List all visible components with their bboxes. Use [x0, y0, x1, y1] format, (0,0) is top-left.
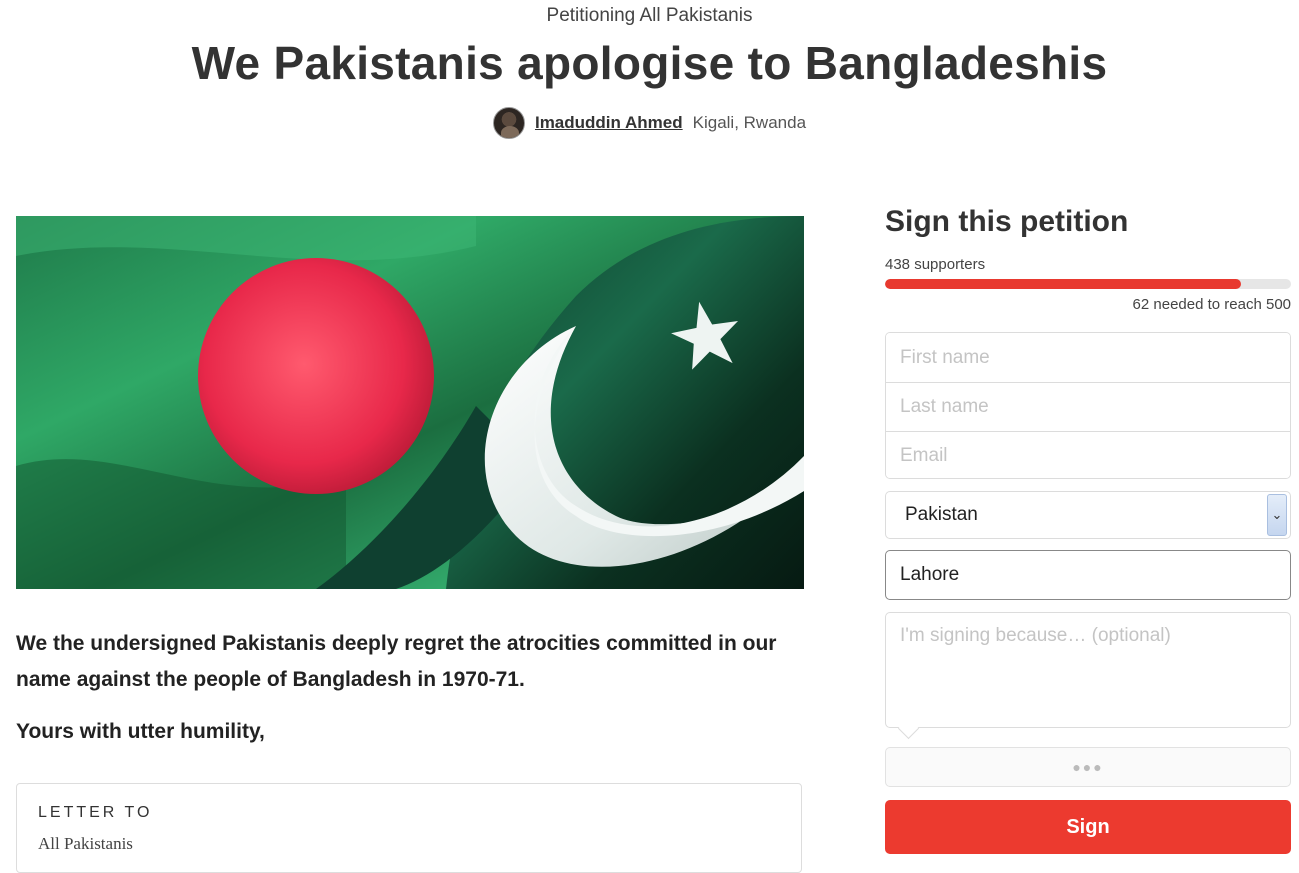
letter-to-label: LETTER TO — [38, 804, 153, 821]
author-name-link[interactable]: Imaduddin Ahmed — [535, 113, 683, 133]
email-input[interactable] — [886, 431, 1290, 478]
sign-panel-title: Sign this petition — [885, 205, 1129, 238]
petition-title: We Pakistanis apologise to Bangladeshis — [191, 37, 1108, 89]
captcha-loading[interactable]: ●●● — [885, 747, 1291, 787]
petition-signoff: Yours with utter humility, — [16, 720, 265, 743]
country-select[interactable]: Pakistan ⌄ — [885, 491, 1291, 539]
letter-recipient[interactable]: All Pakistanis — [38, 834, 133, 854]
country-selected-value: Pakistan — [905, 504, 978, 525]
avatar[interactable] — [492, 107, 525, 139]
flags-image — [16, 216, 804, 589]
author-location: Kigali, Rwanda — [692, 113, 807, 132]
chevron-down-icon[interactable]: ⌄ — [1267, 494, 1287, 536]
petition-body: We the undersigned Pakistanis deeply reg… — [16, 632, 777, 691]
progress-fill — [885, 279, 1241, 289]
petition-image — [16, 216, 804, 589]
reason-field-wrap — [885, 612, 1291, 740]
first-name-input[interactable] — [886, 333, 1290, 382]
name-email-fields — [885, 332, 1291, 479]
reason-textarea[interactable] — [885, 612, 1291, 728]
last-name-input[interactable] — [886, 382, 1290, 431]
sign-button[interactable]: Sign — [885, 800, 1291, 854]
author-row: Imaduddin Ahmed Kigali, Rwanda — [0, 107, 1299, 139]
supporters-needed: 62 needed to reach 500 — [1132, 296, 1291, 313]
supporters-count: 438 supporters — [885, 256, 986, 273]
supporters-progress-bar — [885, 279, 1291, 289]
petition-target: Petitioning All Pakistanis — [546, 5, 753, 26]
city-input[interactable] — [885, 550, 1291, 600]
letter-to-box: LETTER TO All Pakistanis — [16, 783, 802, 873]
